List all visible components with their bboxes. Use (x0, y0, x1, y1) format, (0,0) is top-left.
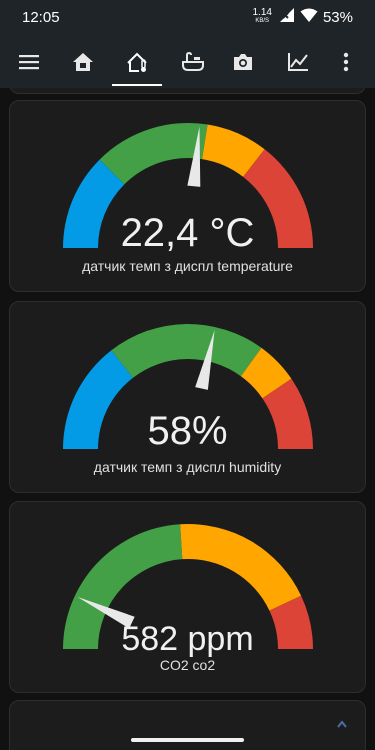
status-time: 12:05 (22, 9, 60, 26)
tab-camera[interactable] (222, 36, 264, 88)
card-partial-bottom[interactable] (9, 700, 366, 750)
bathtub-icon (181, 51, 205, 73)
camera-icon (232, 52, 254, 72)
gauge-value: 582 ppm (121, 620, 254, 658)
more-vert-icon (343, 52, 349, 72)
signal-icon (279, 7, 295, 27)
app-toolbar (0, 36, 375, 88)
tab-climate[interactable] (112, 36, 162, 88)
menu-button[interactable] (8, 36, 50, 88)
home-icon (72, 52, 94, 72)
chevron-up-icon (337, 715, 347, 733)
tab-history[interactable] (277, 36, 319, 88)
gauge-segment (111, 324, 262, 378)
menu-icon (18, 53, 40, 71)
gauge-card-temperature[interactable]: 22,4 °C датчик темп з диспл temperature (9, 100, 366, 292)
status-indicators: 1.14 KB/S 53% (253, 7, 354, 27)
wifi-icon (300, 7, 318, 27)
chart-line-icon (287, 52, 309, 72)
home-indicator[interactable] (131, 738, 244, 742)
network-speed: 1.14 KB/S (252, 7, 272, 25)
gauge-card-co2[interactable]: 582 ppm CO2 co2 (9, 501, 366, 693)
tab-home[interactable] (62, 36, 104, 88)
battery-percent: 53% (322, 8, 353, 26)
gauge-label: датчик темп з диспл temperature (82, 258, 293, 274)
gauge-value: 58% (147, 409, 228, 453)
gauge-card-humidity[interactable]: 58% датчик темп з диспл humidity (9, 301, 366, 493)
thermometer-home-icon (125, 51, 149, 73)
gauge-label: датчик темп з диспл humidity (93, 459, 282, 475)
status-bar: 12:05 1.14 KB/S 53% (0, 0, 375, 36)
network-speed-unit: KB/S (255, 18, 270, 24)
gauge-value: 22,4 °C (120, 211, 255, 255)
gauge-segment (180, 524, 302, 611)
gauge-label: CO2 co2 (159, 657, 216, 673)
more-options-button[interactable] (330, 36, 362, 88)
dashboard-content[interactable]: 22,4 °C датчик темп з диспл temperature … (0, 88, 375, 750)
tab-bathroom[interactable] (172, 36, 214, 88)
network-speed-value: 1.14 (252, 7, 272, 18)
card-partial-top (9, 88, 366, 94)
